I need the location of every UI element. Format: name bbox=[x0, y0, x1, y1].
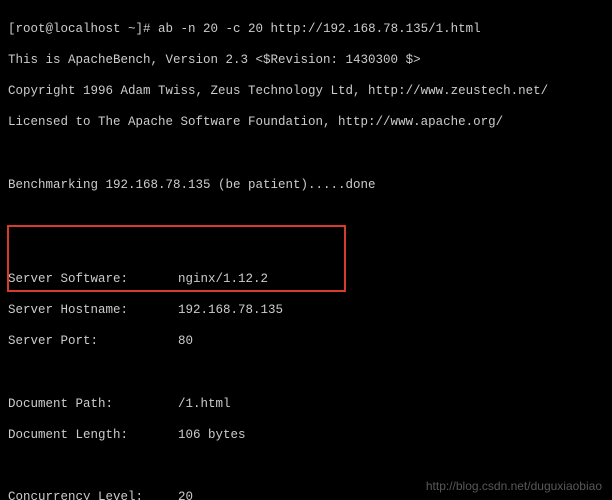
field-value: 106 bytes bbox=[178, 428, 246, 444]
field-value: 80 bbox=[178, 334, 193, 350]
field-value: 20 bbox=[178, 490, 193, 500]
document-length-row: Document Length:106 bytes bbox=[8, 428, 604, 444]
server-port-row: Server Port:80 bbox=[8, 334, 604, 350]
entered-command: ab -n 20 -c 20 http://192.168.78.135/1.h… bbox=[158, 22, 481, 36]
field-label: Server Hostname: bbox=[8, 303, 178, 319]
watermark-text: http://blog.csdn.net/duguxiaobiao bbox=[426, 479, 602, 494]
header-line: Copyright 1996 Adam Twiss, Zeus Technolo… bbox=[8, 84, 604, 100]
terminal-output: [root@localhost ~]# ab -n 20 -c 20 http:… bbox=[0, 0, 612, 500]
document-path-row: Document Path:/1.html bbox=[8, 397, 604, 413]
field-label: Concurrency Level: bbox=[8, 490, 178, 500]
prompt-line: [root@localhost ~]# ab -n 20 -c 20 http:… bbox=[8, 22, 604, 38]
field-label: Document Length: bbox=[8, 428, 178, 444]
header-line: This is ApacheBench, Version 2.3 <$Revis… bbox=[8, 53, 604, 69]
benchmark-status: Benchmarking 192.168.78.135 (be patient)… bbox=[8, 178, 604, 194]
server-hostname-row: Server Hostname:192.168.78.135 bbox=[8, 303, 604, 319]
shell-prompt: [root@localhost ~]# bbox=[8, 22, 158, 36]
field-value: nginx/1.12.2 bbox=[178, 272, 268, 288]
field-value: 192.168.78.135 bbox=[178, 303, 283, 319]
header-line: Licensed to The Apache Software Foundati… bbox=[8, 115, 604, 131]
field-label: Document Path: bbox=[8, 397, 178, 413]
server-software-row: Server Software:nginx/1.12.2 bbox=[8, 272, 604, 288]
field-label: Server Software: bbox=[8, 272, 178, 288]
field-label: Server Port: bbox=[8, 334, 178, 350]
field-value: /1.html bbox=[178, 397, 231, 413]
